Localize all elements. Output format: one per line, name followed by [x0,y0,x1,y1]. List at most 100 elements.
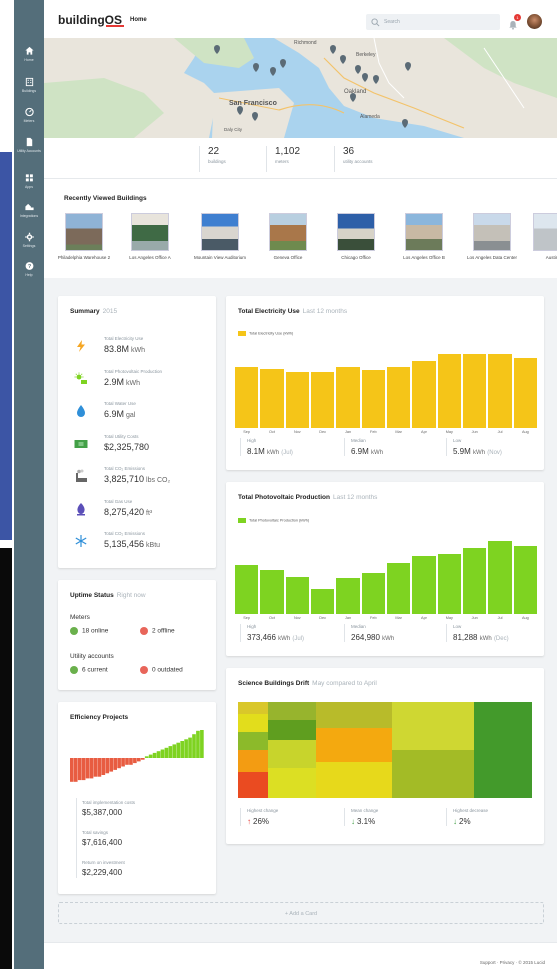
chart-bar[interactable] [235,366,259,428]
accounts-outdated[interactable]: 0 outdated [140,666,183,674]
month-label: Nov [293,616,301,620]
month-label: Nov [293,430,301,434]
chart-bar[interactable] [488,353,512,428]
building-thumb[interactable]: Geneva Office [258,213,318,261]
meters-offline[interactable]: 2 offline [140,627,175,635]
meters-online[interactable]: 18 online [70,627,108,635]
stat-buildings[interactable]: 22 buildings [199,146,226,172]
drift-treemap[interactable] [238,702,532,798]
treemap-cell [268,740,316,768]
electricity-legend: Total Electricity Use (kWh) [238,331,293,336]
chart-stat: Low 5.9M kWh (Nov) [446,438,502,456]
sidebar-item-buildings[interactable]: Buildings [14,77,44,93]
arrow-down-icon: ↓ [351,817,355,826]
gear-icon [24,232,34,242]
efficiency-bar [125,758,129,765]
nav-home-link[interactable]: Home [130,17,147,23]
drift-stat-value: ↓ 2% [453,817,471,826]
treemap-cell [238,714,268,732]
building-thumb[interactable]: Philadelphia Warehouse 2 [54,213,114,261]
footer-links[interactable]: Support · Privacy · © 2015 Lucid [480,960,545,965]
drift-stat-label: Highest decrease [453,808,489,813]
treemap-cell [268,720,316,740]
sidebar-item-utility-accounts[interactable]: Utility Accounts [14,137,44,153]
summary-value: 8,275,420 ft³ [104,506,153,517]
summary-label: Total CO₂ Emissions [104,531,146,536]
chart-bar[interactable] [463,547,487,614]
efficiency-value: $2,229,400 [82,868,123,877]
chart-bar[interactable] [260,570,284,614]
building-thumb[interactable]: Chicago Office [326,213,386,261]
photovoltaic-legend: Total Photovoltaic Production (kWh) [238,518,309,523]
month-label: Jul [497,616,503,620]
chart-bar[interactable] [311,372,335,428]
chart-bar[interactable] [488,541,512,614]
chart-bar[interactable] [336,367,360,428]
chart-bar[interactable] [336,577,360,614]
building-thumb[interactable]: Austin [522,213,557,261]
chart-bar[interactable] [463,353,487,428]
building-name: Chicago Office [341,255,371,260]
buildings-map[interactable]: San Francisco Oakland Alameda Berkeley R… [44,38,557,138]
sidebar-item-meters[interactable]: Meters [14,107,44,123]
efficiency-bar [89,758,94,779]
sidebar-item-apps[interactable]: Apps [14,173,44,189]
search-icon [371,18,380,27]
arrow-up-icon: ↑ [247,817,251,826]
chart-bar[interactable] [285,576,309,614]
chart-bar[interactable] [437,353,461,428]
treemap-cell [316,728,392,762]
stat-utility-accounts[interactable]: 36 utility accounts [334,146,373,172]
chart-bar[interactable] [437,553,461,614]
search-input[interactable]: Search [366,14,500,30]
user-avatar[interactable] [527,14,542,29]
chart-bar[interactable] [235,565,259,614]
logo[interactable]: buildingOS [58,13,124,27]
efficiency-bar [188,737,192,758]
chart-bar[interactable] [361,573,385,614]
accounts-current[interactable]: 6 current [70,666,108,674]
chart-bar[interactable] [361,370,385,428]
efficiency-bar [148,754,153,758]
map-label-berkeley: Berkeley [356,52,376,58]
summary-value: 5,135,456 kBtu [104,539,161,549]
sidebar-item-settings[interactable]: Settings [14,232,44,248]
building-photo [533,213,557,251]
chart-bar[interactable] [285,372,309,428]
sidebar-item-home[interactable]: Home [14,46,44,62]
efficiency-bar [129,758,133,765]
notifications-button[interactable]: 1 [508,14,521,30]
building-thumb[interactable]: Los Angeles Data Center [462,213,522,261]
building-thumb[interactable]: Mountain View Auditorium [190,213,250,261]
month-label: Mar [395,430,402,434]
building-thumb[interactable]: Los Angeles Office A [120,213,180,261]
efficiency-bar [117,758,121,769]
add-card-button[interactable]: + Add a Card [58,902,544,924]
stat-meters[interactable]: 1,102 meters [266,146,300,172]
efficiency-bar [121,758,125,767]
stat-label: utility accounts [343,159,373,164]
buildings-icon [25,77,33,87]
chart-bar[interactable] [513,358,537,428]
month-label: Dec [319,430,327,434]
building-photo [131,213,169,251]
chart-bar[interactable] [260,369,284,428]
treemap-cell [268,768,316,798]
sidebar-item-integrations[interactable]: Integrations [14,202,44,218]
efficiency-bar [109,758,114,772]
chart-bar[interactable] [412,361,436,428]
chart-bar[interactable] [387,563,411,614]
chart-stat-label: Median [351,438,366,443]
chart-bar[interactable] [387,367,411,428]
alert-icon [140,666,148,674]
chart-bar[interactable] [412,555,436,614]
chart-bar[interactable] [311,588,335,614]
chart-bar[interactable] [513,545,537,614]
efficiency-card: Efficiency Projects Total implementation… [58,702,216,894]
efficiency-label: Total savings [82,830,109,835]
efficiency-bar [168,746,173,758]
sidebar-item-help[interactable]: ? Help [14,261,44,277]
summary-card: Summary 2015 Total Electricity Use 83.8M kW… [58,296,216,568]
building-thumb[interactable]: Los Angeles Office B [394,213,454,261]
efficiency-value: $5,387,000 [82,808,123,817]
